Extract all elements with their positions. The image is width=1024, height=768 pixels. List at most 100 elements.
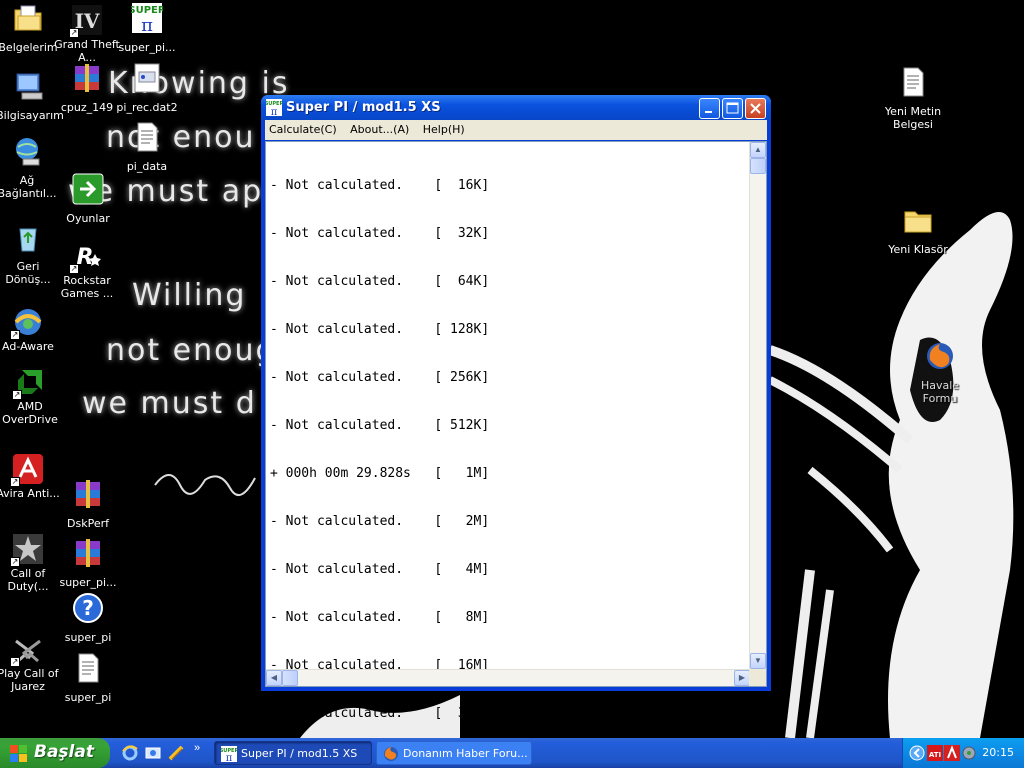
scroll-down-button[interactable]: ▼ bbox=[750, 653, 766, 669]
menu-about[interactable]: About...(A) bbox=[346, 120, 413, 136]
shortcut-arrow-icon: ↗ bbox=[10, 330, 20, 340]
taskbar-item-donanim-haber[interactable]: Donanım Haber Foru... bbox=[376, 741, 532, 765]
quicklaunch-ie-icon[interactable] bbox=[122, 745, 138, 761]
result-row-4m: - Not calculated. [ 4M] bbox=[270, 562, 490, 577]
result-row-32k: - Not calculated. [ 32K] bbox=[270, 226, 490, 241]
avira-tray-icon[interactable] bbox=[944, 745, 960, 761]
shortcut-arrow-icon: ↗ bbox=[12, 390, 22, 400]
vertical-scrollbar[interactable]: ▲ ▼ bbox=[749, 142, 766, 669]
desktop-icon-rockstar-games[interactable]: R ↗ Rockstar Games ... bbox=[52, 240, 122, 300]
desktop-icon-super-pi-rar[interactable]: super_pi... bbox=[53, 537, 123, 589]
desktop-icon-dskperf[interactable]: DskPerf bbox=[53, 478, 123, 530]
desktop-icon-label: Yeni Klasör bbox=[888, 243, 948, 256]
menu-help[interactable]: Help(H) bbox=[419, 120, 469, 136]
desktop-icon-label: Yeni Metin Belgesi bbox=[884, 105, 942, 131]
shortcut-arrow-icon: ↗ bbox=[69, 28, 79, 38]
desktop-icon-oyunlar[interactable]: Oyunlar bbox=[53, 173, 123, 225]
result-row-16k: - Not calculated. [ 16K] bbox=[270, 178, 490, 193]
desktop-icon-yeni-klasor[interactable]: Yeni Klasör bbox=[883, 204, 953, 256]
desktop-icon-amd-overdrive[interactable]: ↗ AMD OverDrive bbox=[0, 366, 65, 426]
winrar-icon bbox=[75, 64, 99, 92]
scroll-right-button[interactable]: ▶ bbox=[734, 670, 750, 686]
desktop-icon-super-pi-text[interactable]: super_pi bbox=[53, 652, 123, 704]
firefox-icon bbox=[927, 343, 953, 369]
clock[interactable]: 20:15 bbox=[982, 746, 1014, 759]
desktop-icon-super-pi-help[interactable]: ? super_pi bbox=[53, 592, 123, 644]
desktop-icon-label: Rockstar Games ... bbox=[60, 274, 114, 300]
super-pi-icon: SUPERπ bbox=[128, 3, 166, 36]
super-pi-window: SUPER π Super PI / mod1.5 XS Calculate(C)… bbox=[261, 95, 771, 721]
vertical-scroll-thumb[interactable] bbox=[750, 158, 766, 174]
result-row-512k: - Not calculated. [ 512K] bbox=[270, 418, 490, 433]
svg-text:R: R bbox=[77, 245, 94, 270]
horizontal-scrollbar[interactable]: ◀ ▶ bbox=[266, 669, 750, 686]
result-row-64k: - Not calculated. [ 64K] bbox=[270, 274, 490, 289]
window-titlebar[interactable]: SUPER π Super PI / mod1.5 XS bbox=[261, 95, 771, 120]
signature-graphic bbox=[154, 474, 256, 497]
shortcut-arrow-icon: ↗ bbox=[10, 657, 20, 667]
quicklaunch-media-icon[interactable] bbox=[168, 745, 184, 761]
results-list: - Not calculated. [ 16K] - Not calculate… bbox=[270, 146, 489, 754]
result-row-1m: + 000h 00m 29.828s [ 1M] bbox=[270, 466, 490, 481]
shortcut-arrow-icon: ↗ bbox=[69, 264, 79, 274]
scrollbar-corner bbox=[749, 669, 766, 686]
desktop-icon-pi-rec-dat2[interactable]: pi_rec.dat2 bbox=[112, 62, 182, 114]
system-tray: ATI 20:15 bbox=[902, 738, 1024, 768]
desktop-icon-label: Ad-Aware bbox=[2, 340, 54, 353]
desktop-icon-label: super_pi bbox=[64, 631, 112, 644]
desktop-icon-label: super_pi... bbox=[59, 576, 117, 589]
desktop-icon-label: Oyunlar bbox=[66, 212, 110, 225]
ati-tray-icon[interactable]: ATI bbox=[927, 745, 943, 761]
close-button[interactable] bbox=[745, 98, 766, 119]
menu-calculate[interactable]: Calculate(C) bbox=[265, 120, 341, 136]
text-file-icon bbox=[137, 122, 158, 152]
result-row-8m: - Not calculated. [ 8M] bbox=[270, 610, 490, 625]
minimize-button[interactable] bbox=[699, 98, 720, 119]
network-icon bbox=[16, 138, 40, 166]
text-file-icon bbox=[903, 67, 924, 97]
wallpaper-quote-line: we must d bbox=[82, 386, 257, 421]
start-button[interactable]: Başlat bbox=[0, 738, 110, 768]
desktop-icon-label: pi_rec.dat2 bbox=[116, 101, 178, 114]
folder-documents-icon bbox=[14, 5, 42, 31]
taskbar-item-super-pi[interactable]: SUPERπ Super PI / mod1.5 XS bbox=[214, 741, 372, 765]
window-title: Super PI / mod1.5 XS bbox=[286, 100, 441, 115]
horizontal-scroll-thumb[interactable] bbox=[282, 670, 298, 686]
quicklaunch-chevron-icon[interactable]: » bbox=[194, 742, 200, 754]
scroll-left-button[interactable]: ◀ bbox=[266, 670, 282, 686]
svg-text:ATI: ATI bbox=[929, 751, 941, 759]
result-row-128k: - Not calculated. [ 128K] bbox=[270, 322, 490, 337]
close-icon bbox=[750, 103, 761, 114]
desktop-icon-pi-data[interactable]: pi_data bbox=[112, 121, 182, 173]
network-tray-icon[interactable] bbox=[961, 745, 977, 761]
svg-text:π: π bbox=[226, 753, 233, 762]
desktop-icon-label: super_pi... bbox=[118, 41, 176, 54]
firefox-icon bbox=[384, 747, 398, 761]
svg-text:π: π bbox=[141, 15, 153, 34]
desktop-icon-super-pi-exe[interactable]: SUPER π super_pi... bbox=[112, 2, 182, 54]
svg-text:π: π bbox=[271, 107, 278, 116]
help-icon: ? bbox=[73, 593, 103, 623]
green-arrow-icon bbox=[72, 173, 104, 205]
wallpaper-quote-line: not enoug bbox=[106, 333, 277, 368]
winrar-icon bbox=[76, 480, 100, 508]
maximize-button[interactable] bbox=[722, 98, 743, 119]
result-row-2m: - Not calculated. [ 2M] bbox=[270, 514, 490, 529]
desktop-icon-havale-formu[interactable]: Havale Formu bbox=[905, 340, 975, 405]
taskbar-item-label: Super PI / mod1.5 XS bbox=[241, 747, 358, 760]
computer-icon bbox=[16, 73, 43, 100]
scroll-up-button[interactable]: ▲ bbox=[750, 142, 766, 158]
desktop-icon-ad-aware[interactable]: ↗ Ad-Aware bbox=[0, 306, 63, 353]
taskbar-item-label: Donanım Haber Foru... bbox=[403, 747, 528, 760]
windows-logo-icon bbox=[10, 745, 27, 762]
shortcut-arrow-icon: ↗ bbox=[10, 477, 20, 487]
svg-text:?: ? bbox=[82, 596, 94, 620]
desktop-icon-yeni-metin-belgesi[interactable]: Yeni Metin Belgesi bbox=[878, 66, 948, 131]
quicklaunch-show-desktop-icon[interactable] bbox=[145, 745, 161, 761]
folder-icon bbox=[904, 211, 932, 233]
results-area[interactable]: - Not calculated. [ 16K] - Not calculate… bbox=[265, 141, 767, 721]
tray-expand-icon[interactable] bbox=[909, 745, 925, 761]
recycle-bin-icon bbox=[19, 228, 37, 252]
minimize-icon bbox=[705, 111, 712, 113]
desktop-icon-label: AMD OverDrive bbox=[2, 400, 58, 426]
